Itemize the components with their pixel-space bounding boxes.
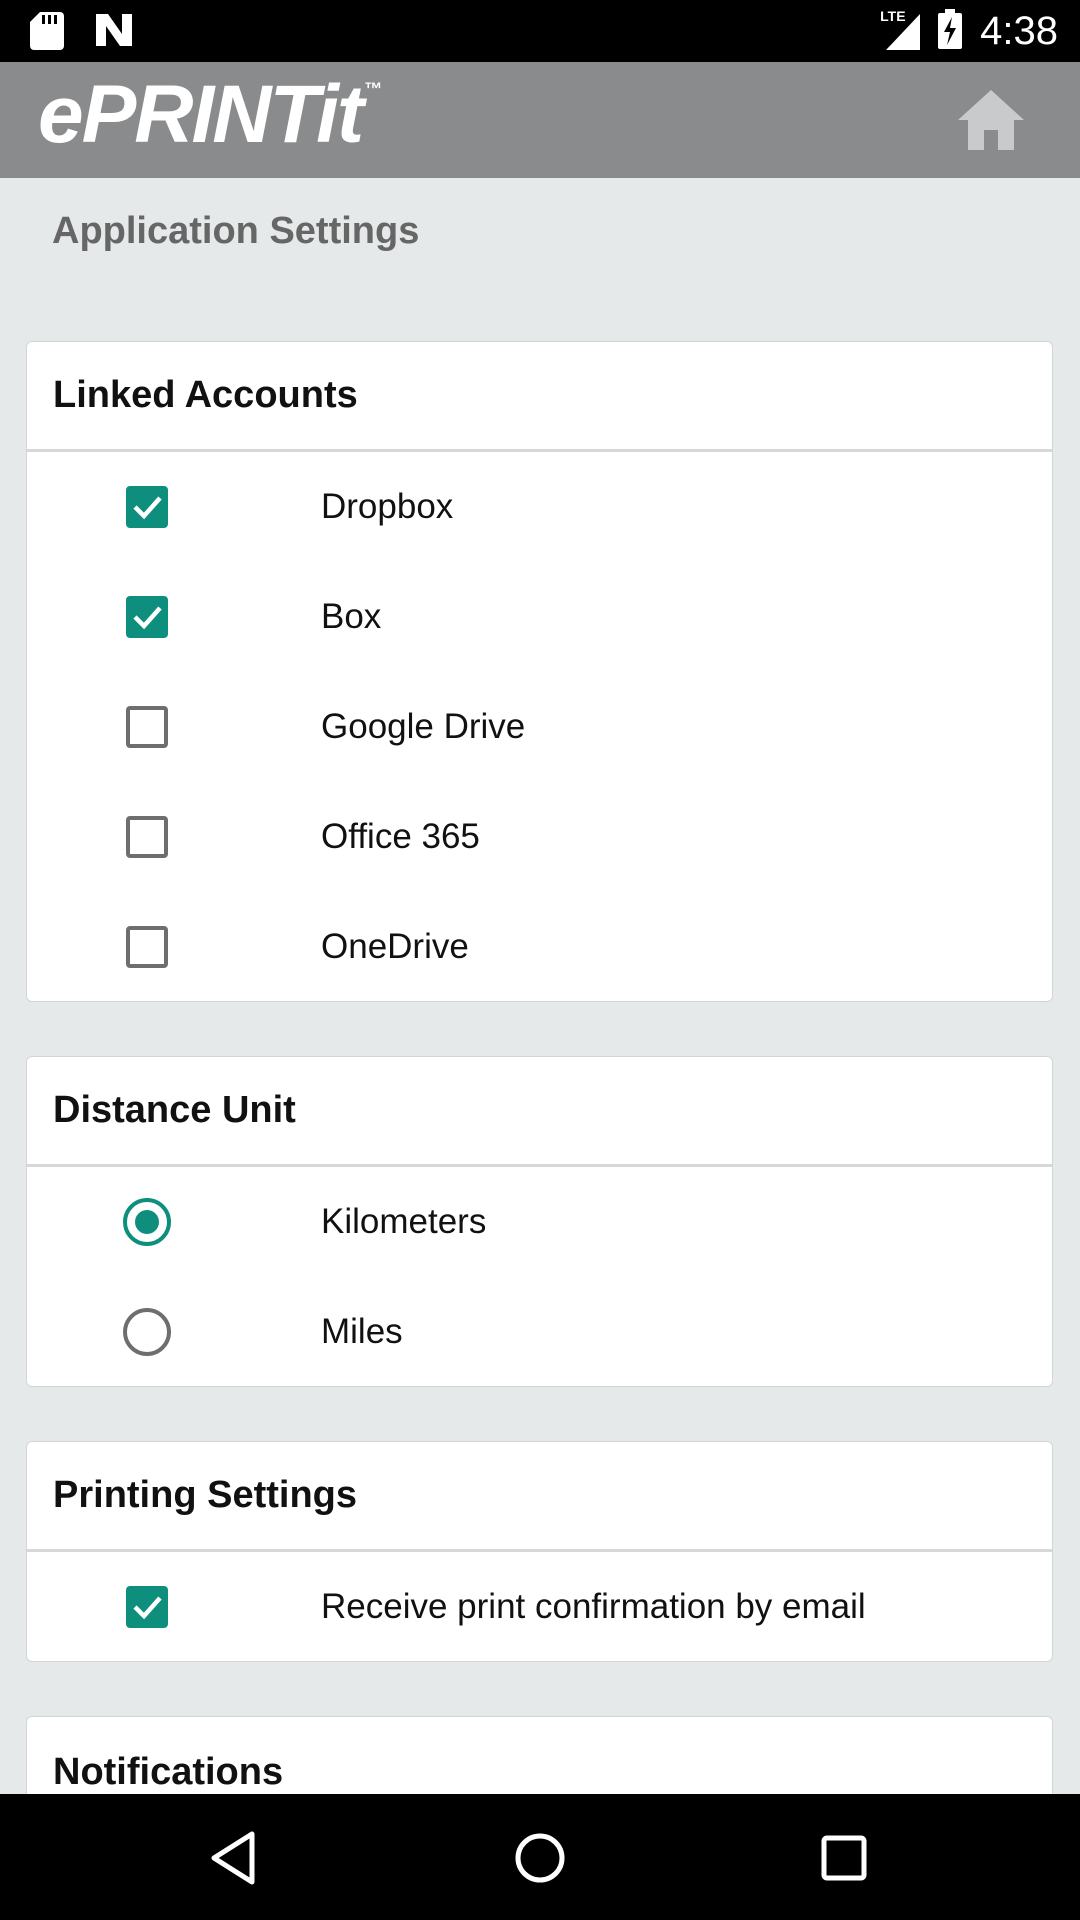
account-row-box[interactable]: Box: [27, 562, 1052, 672]
checkbox-unchecked-icon: [126, 926, 168, 968]
home-nav-button[interactable]: [508, 1826, 572, 1890]
logo-trademark: ™: [364, 79, 382, 99]
back-icon: [211, 1831, 255, 1885]
distance-unit-header: Distance Unit: [27, 1057, 1052, 1167]
account-row-dropbox[interactable]: Dropbox: [27, 452, 1052, 562]
status-bar: LTE 4:38: [0, 0, 1080, 62]
miles-radio[interactable]: [123, 1308, 171, 1356]
account-row-office-365[interactable]: Office 365: [27, 782, 1052, 892]
logo-text: ePRINTit: [38, 69, 364, 160]
navigation-bar: [0, 1794, 1080, 1920]
dropbox-label: Dropbox: [321, 487, 454, 526]
box-checkbox[interactable]: [123, 593, 171, 641]
google-drive-label: Google Drive: [321, 707, 526, 746]
home-circle-icon: [515, 1833, 565, 1883]
account-row-google-drive[interactable]: Google Drive: [27, 672, 1052, 782]
google-drive-checkbox[interactable]: [123, 703, 171, 751]
clock: 4:38: [980, 8, 1058, 53]
unit-row-kilometers[interactable]: Kilometers: [27, 1167, 1052, 1277]
linked-accounts-card: Linked Accounts Dropbox Box Google Drive…: [26, 341, 1053, 1002]
printing-settings-header: Printing Settings: [27, 1442, 1052, 1552]
back-button[interactable]: [204, 1826, 268, 1890]
onedrive-checkbox[interactable]: [123, 923, 171, 971]
onedrive-label: OneDrive: [321, 927, 469, 966]
checkbox-checked-icon: [126, 596, 168, 638]
radio-unselected-icon: [123, 1308, 171, 1356]
checkbox-unchecked-icon: [126, 816, 168, 858]
battery-charging-icon: [938, 8, 963, 54]
signal-icon: LTE: [880, 8, 921, 50]
kilometers-radio[interactable]: [123, 1198, 171, 1246]
miles-label: Miles: [321, 1312, 403, 1351]
print-confirmation-label: Receive print confirmation by email: [321, 1587, 866, 1626]
checkbox-checked-icon: [126, 1586, 168, 1628]
office-365-label: Office 365: [321, 817, 480, 856]
app-logo: ePRINTit ™: [38, 74, 382, 156]
print-confirmation-row[interactable]: Receive print confirmation by email: [27, 1552, 1052, 1662]
radio-selected-icon: [123, 1198, 171, 1246]
unit-row-miles[interactable]: Miles: [27, 1277, 1052, 1387]
page-title: Application Settings: [52, 210, 420, 252]
distance-unit-card: Distance Unit Kilometers Miles: [26, 1056, 1053, 1387]
kilometers-label: Kilometers: [321, 1202, 487, 1241]
checkbox-checked-icon: [126, 486, 168, 528]
print-confirmation-checkbox[interactable]: [123, 1583, 171, 1631]
recents-button[interactable]: [812, 1826, 876, 1890]
checkbox-unchecked-icon: [126, 706, 168, 748]
box-label: Box: [321, 597, 382, 636]
office-365-checkbox[interactable]: [123, 813, 171, 861]
home-button[interactable]: [956, 88, 1026, 152]
sd-card-icon: [30, 12, 64, 55]
dropbox-checkbox[interactable]: [123, 483, 171, 531]
printing-settings-card: Printing Settings Receive print confirma…: [26, 1441, 1053, 1662]
account-row-onedrive[interactable]: OneDrive: [27, 892, 1052, 1002]
recents-icon: [821, 1835, 867, 1881]
app-bar: ePRINTit ™: [0, 62, 1080, 178]
linked-accounts-header: Linked Accounts: [27, 342, 1052, 452]
n-logo-icon: [94, 12, 134, 55]
home-icon: [958, 90, 1024, 150]
